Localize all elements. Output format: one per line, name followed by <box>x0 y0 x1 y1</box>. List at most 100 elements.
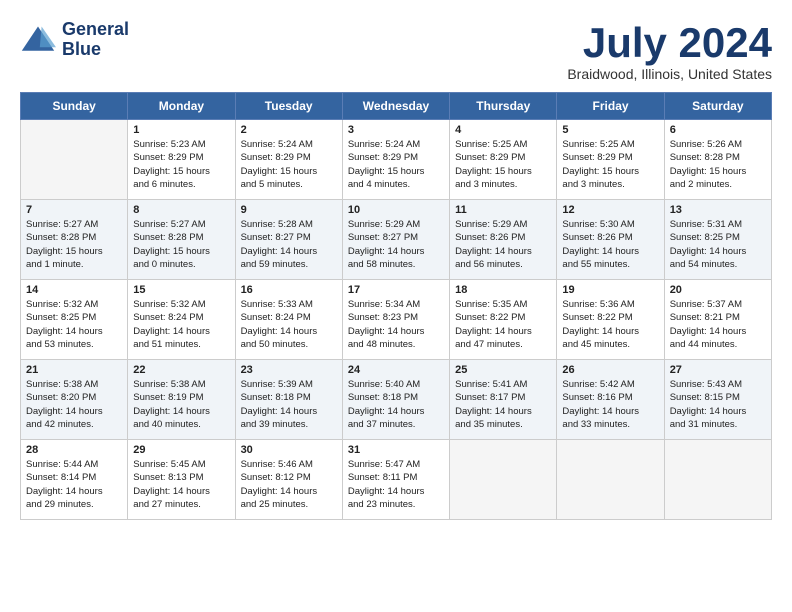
calendar-cell: 11Sunrise: 5:29 AMSunset: 8:26 PMDayligh… <box>450 200 557 280</box>
calendar-cell: 2Sunrise: 5:24 AMSunset: 8:29 PMDaylight… <box>235 120 342 200</box>
day-info: Sunset: 8:19 PM <box>133 391 229 404</box>
calendar-week-3: 14Sunrise: 5:32 AMSunset: 8:25 PMDayligh… <box>21 280 772 360</box>
calendar-cell: 20Sunrise: 5:37 AMSunset: 8:21 PMDayligh… <box>664 280 771 360</box>
day-info: Daylight: 14 hours <box>670 325 766 338</box>
title-block: July 2024 Braidwood, Illinois, United St… <box>567 20 772 82</box>
calendar-header-tuesday: Tuesday <box>235 93 342 120</box>
day-info: Sunset: 8:18 PM <box>348 391 444 404</box>
day-info: Sunset: 8:24 PM <box>133 311 229 324</box>
day-info: Sunrise: 5:38 AM <box>26 378 122 391</box>
day-info: Sunrise: 5:46 AM <box>241 458 337 471</box>
logo: General Blue <box>20 20 129 60</box>
day-info: Sunrise: 5:32 AM <box>133 298 229 311</box>
day-number: 25 <box>455 364 551 376</box>
day-info: and 56 minutes. <box>455 258 551 271</box>
calendar-cell: 5Sunrise: 5:25 AMSunset: 8:29 PMDaylight… <box>557 120 664 200</box>
calendar-cell: 15Sunrise: 5:32 AMSunset: 8:24 PMDayligh… <box>128 280 235 360</box>
calendar-cell: 22Sunrise: 5:38 AMSunset: 8:19 PMDayligh… <box>128 360 235 440</box>
day-info: Daylight: 15 hours <box>26 245 122 258</box>
calendar-cell: 29Sunrise: 5:45 AMSunset: 8:13 PMDayligh… <box>128 440 235 520</box>
day-info: Sunrise: 5:33 AM <box>241 298 337 311</box>
day-info: Sunrise: 5:29 AM <box>455 218 551 231</box>
day-number: 28 <box>26 444 122 456</box>
day-info: Sunset: 8:18 PM <box>241 391 337 404</box>
month-title: July 2024 <box>567 20 772 66</box>
day-info: and 27 minutes. <box>133 498 229 511</box>
day-info: and 48 minutes. <box>348 338 444 351</box>
day-info: Daylight: 15 hours <box>562 165 658 178</box>
day-info: Sunset: 8:27 PM <box>348 231 444 244</box>
day-info: Sunrise: 5:26 AM <box>670 138 766 151</box>
day-number: 19 <box>562 284 658 296</box>
calendar-cell: 1Sunrise: 5:23 AMSunset: 8:29 PMDaylight… <box>128 120 235 200</box>
day-info: and 40 minutes. <box>133 418 229 431</box>
day-info: and 3 minutes. <box>562 178 658 191</box>
day-number: 9 <box>241 204 337 216</box>
calendar-header-sunday: Sunday <box>21 93 128 120</box>
day-info: Daylight: 14 hours <box>562 405 658 418</box>
day-info: Sunset: 8:13 PM <box>133 471 229 484</box>
day-info: Sunset: 8:23 PM <box>348 311 444 324</box>
day-info: and 4 minutes. <box>348 178 444 191</box>
day-number: 29 <box>133 444 229 456</box>
day-info: Daylight: 14 hours <box>26 325 122 338</box>
day-info: Daylight: 15 hours <box>670 165 766 178</box>
day-info: Sunset: 8:24 PM <box>241 311 337 324</box>
day-info: Sunrise: 5:27 AM <box>133 218 229 231</box>
day-info: Sunrise: 5:29 AM <box>348 218 444 231</box>
day-info: Sunset: 8:16 PM <box>562 391 658 404</box>
day-info: Sunset: 8:22 PM <box>455 311 551 324</box>
calendar-header-friday: Friday <box>557 93 664 120</box>
day-info: and 45 minutes. <box>562 338 658 351</box>
calendar-week-4: 21Sunrise: 5:38 AMSunset: 8:20 PMDayligh… <box>21 360 772 440</box>
day-info: and 39 minutes. <box>241 418 337 431</box>
day-info: and 25 minutes. <box>241 498 337 511</box>
day-info: Daylight: 14 hours <box>241 325 337 338</box>
calendar-header-monday: Monday <box>128 93 235 120</box>
day-info: Sunrise: 5:24 AM <box>241 138 337 151</box>
day-info: and 2 minutes. <box>670 178 766 191</box>
calendar-cell: 4Sunrise: 5:25 AMSunset: 8:29 PMDaylight… <box>450 120 557 200</box>
day-info: Daylight: 15 hours <box>348 165 444 178</box>
calendar-header-saturday: Saturday <box>664 93 771 120</box>
day-info: Sunset: 8:29 PM <box>241 151 337 164</box>
calendar-cell: 13Sunrise: 5:31 AMSunset: 8:25 PMDayligh… <box>664 200 771 280</box>
calendar-cell: 27Sunrise: 5:43 AMSunset: 8:15 PMDayligh… <box>664 360 771 440</box>
day-number: 17 <box>348 284 444 296</box>
calendar-cell <box>450 440 557 520</box>
calendar-header-row: SundayMondayTuesdayWednesdayThursdayFrid… <box>21 93 772 120</box>
day-info: Daylight: 14 hours <box>348 405 444 418</box>
calendar-cell: 25Sunrise: 5:41 AMSunset: 8:17 PMDayligh… <box>450 360 557 440</box>
calendar-header-wednesday: Wednesday <box>342 93 449 120</box>
calendar-cell: 18Sunrise: 5:35 AMSunset: 8:22 PMDayligh… <box>450 280 557 360</box>
calendar-cell: 24Sunrise: 5:40 AMSunset: 8:18 PMDayligh… <box>342 360 449 440</box>
calendar-cell: 16Sunrise: 5:33 AMSunset: 8:24 PMDayligh… <box>235 280 342 360</box>
day-info: Daylight: 14 hours <box>670 405 766 418</box>
day-info: Daylight: 14 hours <box>348 325 444 338</box>
day-info: Daylight: 14 hours <box>455 325 551 338</box>
calendar-week-5: 28Sunrise: 5:44 AMSunset: 8:14 PMDayligh… <box>21 440 772 520</box>
calendar-cell: 12Sunrise: 5:30 AMSunset: 8:26 PMDayligh… <box>557 200 664 280</box>
day-number: 27 <box>670 364 766 376</box>
calendar-cell: 28Sunrise: 5:44 AMSunset: 8:14 PMDayligh… <box>21 440 128 520</box>
day-info: and 44 minutes. <box>670 338 766 351</box>
calendar-cell: 19Sunrise: 5:36 AMSunset: 8:22 PMDayligh… <box>557 280 664 360</box>
calendar-header-thursday: Thursday <box>450 93 557 120</box>
calendar-cell: 9Sunrise: 5:28 AMSunset: 8:27 PMDaylight… <box>235 200 342 280</box>
day-info: Sunset: 8:15 PM <box>670 391 766 404</box>
day-info: and 5 minutes. <box>241 178 337 191</box>
day-info: Sunrise: 5:34 AM <box>348 298 444 311</box>
day-info: Sunrise: 5:25 AM <box>455 138 551 151</box>
day-info: Sunrise: 5:23 AM <box>133 138 229 151</box>
calendar-cell: 23Sunrise: 5:39 AMSunset: 8:18 PMDayligh… <box>235 360 342 440</box>
day-number: 13 <box>670 204 766 216</box>
day-number: 18 <box>455 284 551 296</box>
day-info: Sunrise: 5:40 AM <box>348 378 444 391</box>
day-info: Sunset: 8:25 PM <box>26 311 122 324</box>
day-number: 14 <box>26 284 122 296</box>
day-number: 4 <box>455 124 551 136</box>
day-info: Daylight: 14 hours <box>455 245 551 258</box>
day-number: 5 <box>562 124 658 136</box>
day-info: and 54 minutes. <box>670 258 766 271</box>
day-number: 23 <box>241 364 337 376</box>
